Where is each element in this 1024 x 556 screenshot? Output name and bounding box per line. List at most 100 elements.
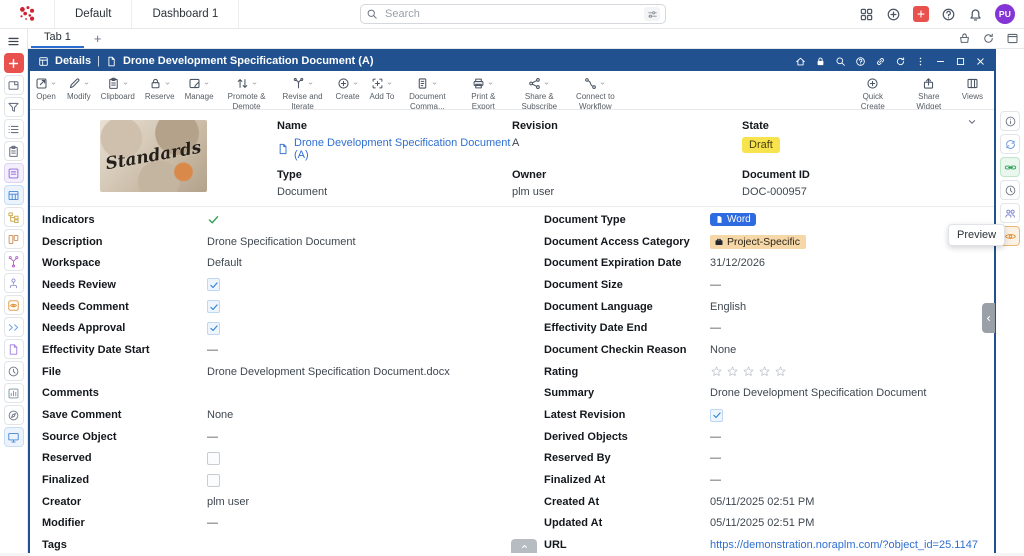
checkbox-unchecked[interactable] bbox=[207, 474, 220, 487]
toolbar-button-share-subscribe[interactable]: Share & Subscribe bbox=[511, 71, 567, 110]
toolbar-button-reserve[interactable]: Reserve bbox=[140, 71, 180, 110]
field-label: Document Expiration Date bbox=[544, 257, 710, 269]
toolbar-button-create[interactable]: Create bbox=[331, 71, 365, 110]
search-input[interactable] bbox=[383, 7, 639, 21]
toolbar-button-modify[interactable]: Modify bbox=[62, 71, 96, 110]
field-label: Finalized At bbox=[544, 474, 710, 486]
list-icon[interactable] bbox=[4, 119, 24, 139]
help-icon[interactable] bbox=[941, 7, 956, 22]
avatar[interactable]: PU bbox=[995, 4, 1015, 24]
document-name-link[interactable]: Drone Development Specification Document… bbox=[277, 137, 512, 161]
toolbar-button-document-comma[interactable]: Document Comma... bbox=[399, 71, 455, 110]
form-icon[interactable] bbox=[4, 163, 24, 183]
field-label: Effectivity Date Start bbox=[42, 344, 207, 356]
add-new-icon[interactable] bbox=[4, 53, 24, 73]
toolbar-button-manage[interactable]: Manage bbox=[180, 71, 219, 110]
toolbar-button-share-widget[interactable]: Share Widget bbox=[901, 71, 957, 110]
refresh-icon[interactable] bbox=[895, 56, 906, 67]
field-label: Workspace bbox=[42, 257, 207, 269]
tab-1[interactable]: Tab 1 bbox=[31, 28, 84, 48]
field-value: — bbox=[710, 322, 721, 334]
toolbar-button-connect-to-workflow[interactable]: Connect to Workflow bbox=[567, 71, 623, 110]
toolbar-button-revise-and-iterate[interactable]: Revise and Iterate bbox=[275, 71, 331, 110]
refresh-icon[interactable] bbox=[982, 32, 995, 45]
panel-collapse-handle[interactable] bbox=[982, 303, 995, 333]
toolbar-button-clipboard[interactable]: Clipboard bbox=[96, 71, 140, 110]
chevron-down-icon bbox=[386, 80, 393, 87]
object-header: Standards Name Drone Development Specifi… bbox=[30, 110, 994, 207]
nav-dashboard-1[interactable]: Dashboard 1 bbox=[132, 0, 239, 28]
document-icon[interactable] bbox=[4, 339, 24, 359]
compass-icon[interactable] bbox=[4, 405, 24, 425]
maximize-icon[interactable] bbox=[955, 56, 966, 67]
url-link[interactable]: https://demonstration.noraplm.com/?objec… bbox=[710, 539, 978, 551]
bell-icon[interactable] bbox=[968, 7, 983, 22]
link-icon[interactable] bbox=[875, 56, 886, 67]
logo-blob bbox=[16, 3, 38, 25]
filter-icon[interactable] bbox=[4, 97, 24, 117]
history-icon[interactable] bbox=[4, 361, 24, 381]
chevron-down-icon bbox=[251, 80, 258, 87]
search-filter-button[interactable] bbox=[644, 7, 660, 21]
sync-icon[interactable] bbox=[1000, 134, 1020, 154]
field-value: Default bbox=[207, 257, 242, 269]
history-icon[interactable] bbox=[1000, 180, 1020, 200]
field-row-document-expiration-date: Document Expiration Date 31/12/2026 bbox=[518, 252, 994, 274]
create-icon bbox=[337, 77, 350, 90]
new-window-icon[interactable] bbox=[4, 75, 24, 95]
app-logo[interactable] bbox=[0, 0, 55, 28]
chevron-down-icon[interactable] bbox=[966, 116, 978, 128]
kanban-icon[interactable] bbox=[4, 229, 24, 249]
scroll-up-button[interactable] bbox=[511, 539, 537, 553]
close-icon[interactable] bbox=[975, 56, 986, 67]
quick-create-icon bbox=[866, 77, 879, 90]
toolbar-button-views[interactable]: Views bbox=[957, 71, 988, 110]
field-row-indicators: Indicators bbox=[42, 209, 518, 231]
basket-icon[interactable] bbox=[958, 32, 971, 45]
add-circle-icon[interactable] bbox=[886, 7, 901, 22]
window-panel-icon[interactable] bbox=[1006, 32, 1019, 45]
global-search[interactable] bbox=[360, 4, 666, 24]
help-icon[interactable] bbox=[855, 56, 866, 67]
toolbar-button-promote-demote[interactable]: Promote & Demote bbox=[219, 71, 275, 110]
info-icon[interactable] bbox=[1000, 111, 1020, 131]
check-icon bbox=[712, 410, 722, 420]
checkbox-checked[interactable] bbox=[710, 409, 723, 422]
chain-icon[interactable] bbox=[1000, 157, 1020, 177]
monitor-icon[interactable] bbox=[4, 427, 24, 447]
rating-stars[interactable] bbox=[710, 365, 787, 378]
document-thumbnail[interactable]: Standards bbox=[100, 120, 207, 192]
tree-icon[interactable] bbox=[4, 207, 24, 227]
toolbar-button-quick-create[interactable]: Quick Create bbox=[845, 71, 901, 110]
org-chart-icon[interactable] bbox=[4, 273, 24, 293]
table-icon[interactable] bbox=[4, 185, 24, 205]
toolbar-button-open[interactable]: Open bbox=[30, 71, 62, 110]
field-row-summary: Summary Drone Development Specification … bbox=[518, 383, 994, 405]
checkbox-checked[interactable] bbox=[207, 300, 220, 313]
details-icon bbox=[38, 56, 49, 67]
checkbox-checked[interactable] bbox=[207, 322, 220, 335]
apps-grid-icon[interactable] bbox=[859, 7, 874, 22]
field-value: Drone Specification Document bbox=[207, 236, 356, 248]
quick-add-button[interactable] bbox=[913, 6, 929, 22]
clipboard-icon[interactable] bbox=[4, 141, 24, 161]
nav-default[interactable]: Default bbox=[55, 0, 132, 28]
field-row-document-language: Document Language English bbox=[518, 296, 994, 318]
merge-icon[interactable] bbox=[4, 317, 24, 337]
chevron-down-icon bbox=[431, 80, 438, 87]
kebab-menu-icon[interactable] bbox=[915, 56, 926, 67]
menu-icon[interactable] bbox=[4, 31, 24, 51]
eye-box-icon[interactable] bbox=[4, 295, 24, 315]
toolbar-button-add-to[interactable]: Add To bbox=[365, 71, 400, 110]
checkbox-unchecked[interactable] bbox=[207, 452, 220, 465]
toolbar-button-print-export[interactable]: Print & Export bbox=[455, 71, 511, 110]
minimize-icon[interactable] bbox=[935, 56, 946, 67]
lock-icon[interactable] bbox=[815, 56, 826, 67]
search-icon[interactable] bbox=[835, 56, 846, 67]
branch-icon[interactable] bbox=[4, 251, 24, 271]
people-icon[interactable] bbox=[1000, 203, 1020, 223]
chart-icon[interactable] bbox=[4, 383, 24, 403]
add-tab-button[interactable]: + bbox=[84, 32, 112, 45]
home-icon[interactable] bbox=[795, 56, 806, 67]
checkbox-checked[interactable] bbox=[207, 278, 220, 291]
